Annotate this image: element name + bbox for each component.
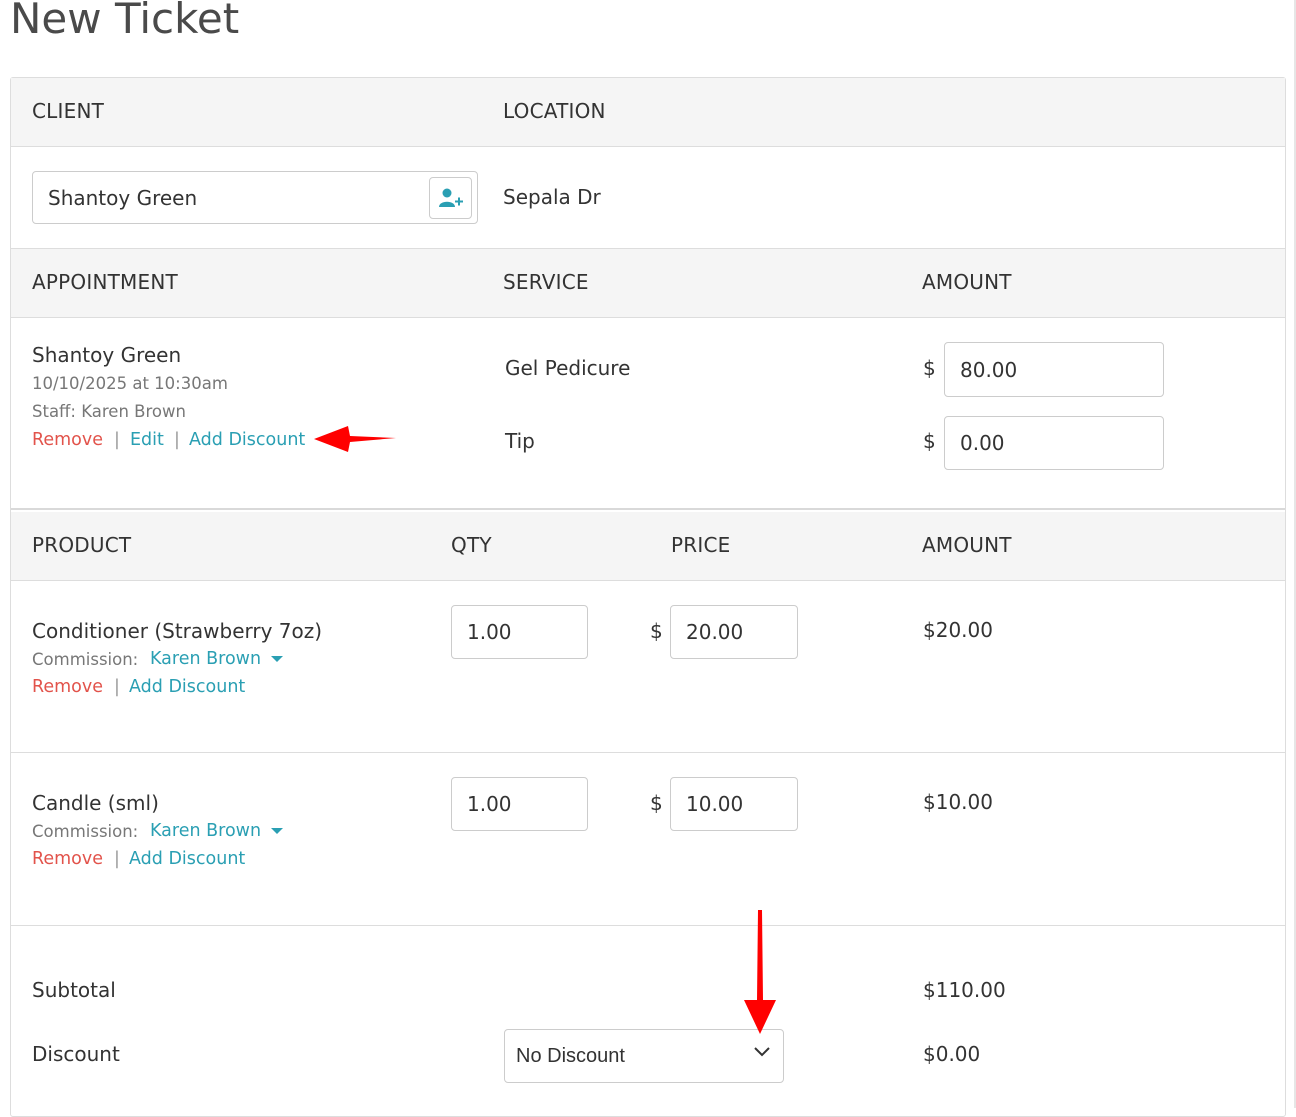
commission-label: Commission: xyxy=(32,650,139,669)
discount-select-value: No Discount xyxy=(516,1044,625,1067)
commission-staff: Karen Brown xyxy=(150,649,262,669)
amount-header: AMOUNT xyxy=(922,270,1012,294)
client-row: Sepala Dr xyxy=(11,147,1285,249)
chevron-down-icon xyxy=(754,1047,770,1057)
currency-symbol: $ xyxy=(923,356,936,380)
edit-appointment-link[interactable]: Edit xyxy=(130,430,164,450)
add-discount-appointment-link[interactable]: Add Discount xyxy=(189,430,305,450)
client-input[interactable] xyxy=(32,171,478,224)
price-input[interactable] xyxy=(670,605,798,659)
separator: | xyxy=(114,849,120,869)
currency-symbol: $ xyxy=(923,429,936,453)
product-row: Candle (sml) Commission: Karen Brown Rem… xyxy=(11,753,1285,926)
appointment-staff: Staff: Karen Brown xyxy=(32,402,186,421)
product-header: PRODUCT xyxy=(32,533,132,557)
add-discount-product-link[interactable]: Add Discount xyxy=(129,677,245,697)
service-amount-input[interactable] xyxy=(944,342,1164,397)
product-name: Candle (sml) xyxy=(32,791,159,815)
discount-value: $0.00 xyxy=(923,1042,981,1066)
ticket-panel: CLIENT LOCATION Sepala Dr APPOINTMENT SE… xyxy=(10,77,1286,1117)
commission-staff-dropdown[interactable]: Karen Brown xyxy=(150,649,284,669)
appointment-client-name: Shantoy Green xyxy=(32,343,182,367)
separator: | xyxy=(174,430,180,450)
appointment-row: Shantoy Green 10/10/2025 at 10:30am Staf… xyxy=(11,318,1285,510)
qty-input[interactable] xyxy=(451,777,588,831)
qty-input[interactable] xyxy=(451,605,588,659)
subtotal-value: $110.00 xyxy=(923,978,1006,1002)
add-discount-product-link[interactable]: Add Discount xyxy=(129,849,245,869)
location-value: Sepala Dr xyxy=(503,185,601,209)
service-name: Gel Pedicure xyxy=(505,356,631,380)
service-header: SERVICE xyxy=(503,270,589,294)
price-input[interactable] xyxy=(670,777,798,831)
remove-product-link[interactable]: Remove xyxy=(32,849,103,869)
product-amount-header: AMOUNT xyxy=(922,533,1012,557)
currency-symbol: $ xyxy=(650,619,663,643)
appointment-datetime: 10/10/2025 at 10:30am xyxy=(32,374,228,393)
caret-down-icon xyxy=(271,828,284,834)
separator: | xyxy=(114,430,120,450)
separator: | xyxy=(114,677,120,697)
add-client-button[interactable] xyxy=(429,177,472,219)
client-header-row: CLIENT LOCATION xyxy=(11,78,1285,147)
product-header-row: PRODUCT QTY PRICE AMOUNT xyxy=(11,512,1285,581)
discount-select[interactable]: No Discount xyxy=(504,1029,784,1083)
product-amount: $10.00 xyxy=(923,790,993,814)
price-header: PRICE xyxy=(671,533,731,557)
location-header: LOCATION xyxy=(503,99,606,123)
qty-header: QTY xyxy=(451,533,492,557)
commission-staff-dropdown[interactable]: Karen Brown xyxy=(150,821,284,841)
totals-section: Subtotal $110.00 Discount No Discount $0… xyxy=(11,926,1285,1116)
remove-product-link[interactable]: Remove xyxy=(32,677,103,697)
commission-label: Commission: xyxy=(32,822,139,841)
appointment-header: APPOINTMENT xyxy=(32,270,178,294)
subtotal-label: Subtotal xyxy=(32,978,116,1002)
currency-symbol: $ xyxy=(650,791,663,815)
user-plus-icon xyxy=(438,188,463,207)
tip-label: Tip xyxy=(505,429,535,453)
page-title: New Ticket xyxy=(10,0,240,43)
caret-down-icon xyxy=(271,656,284,662)
tip-amount-input[interactable] xyxy=(944,416,1164,470)
product-name: Conditioner (Strawberry 7oz) xyxy=(32,619,323,643)
commission-staff: Karen Brown xyxy=(150,821,262,841)
product-amount: $20.00 xyxy=(923,618,993,642)
appointment-header-row: APPOINTMENT SERVICE AMOUNT xyxy=(11,249,1285,318)
client-header: CLIENT xyxy=(32,99,105,123)
remove-appointment-link[interactable]: Remove xyxy=(32,430,103,450)
discount-label: Discount xyxy=(32,1042,120,1066)
product-row: Conditioner (Strawberry 7oz) Commission:… xyxy=(11,581,1285,753)
